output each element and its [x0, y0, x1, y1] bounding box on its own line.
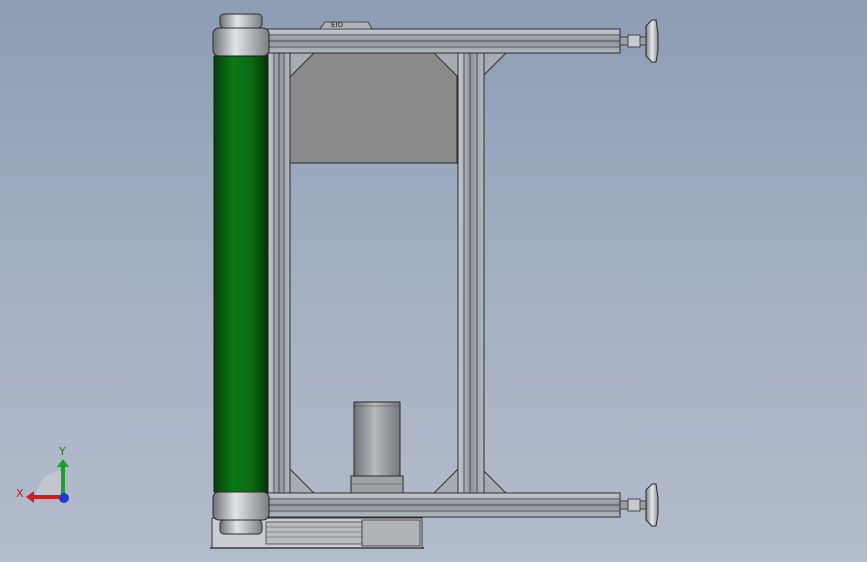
top-frame-rail [265, 21, 621, 54]
triad-y-arrow-icon [57, 459, 69, 467]
top-marking-text: EIO [331, 21, 343, 29]
triad-y-label: Y [58, 445, 66, 458]
triad-z-axis-icon [59, 493, 69, 503]
cad-model-viewport[interactable]: EIO X Y [0, 0, 867, 562]
triad-x-arrow-icon [26, 491, 34, 503]
mounting-panel [288, 52, 458, 164]
drive-motor [350, 401, 404, 494]
leveling-foot-top [619, 19, 659, 63]
conveyor-roller [212, 13, 270, 535]
orientation-triad: X Y [16, 445, 69, 503]
right-frame-post [457, 52, 485, 494]
left-frame-post [267, 52, 291, 494]
leveling-foot-bottom [619, 483, 659, 527]
bottom-frame-rail [265, 492, 621, 518]
triad-x-label: X [16, 487, 24, 500]
